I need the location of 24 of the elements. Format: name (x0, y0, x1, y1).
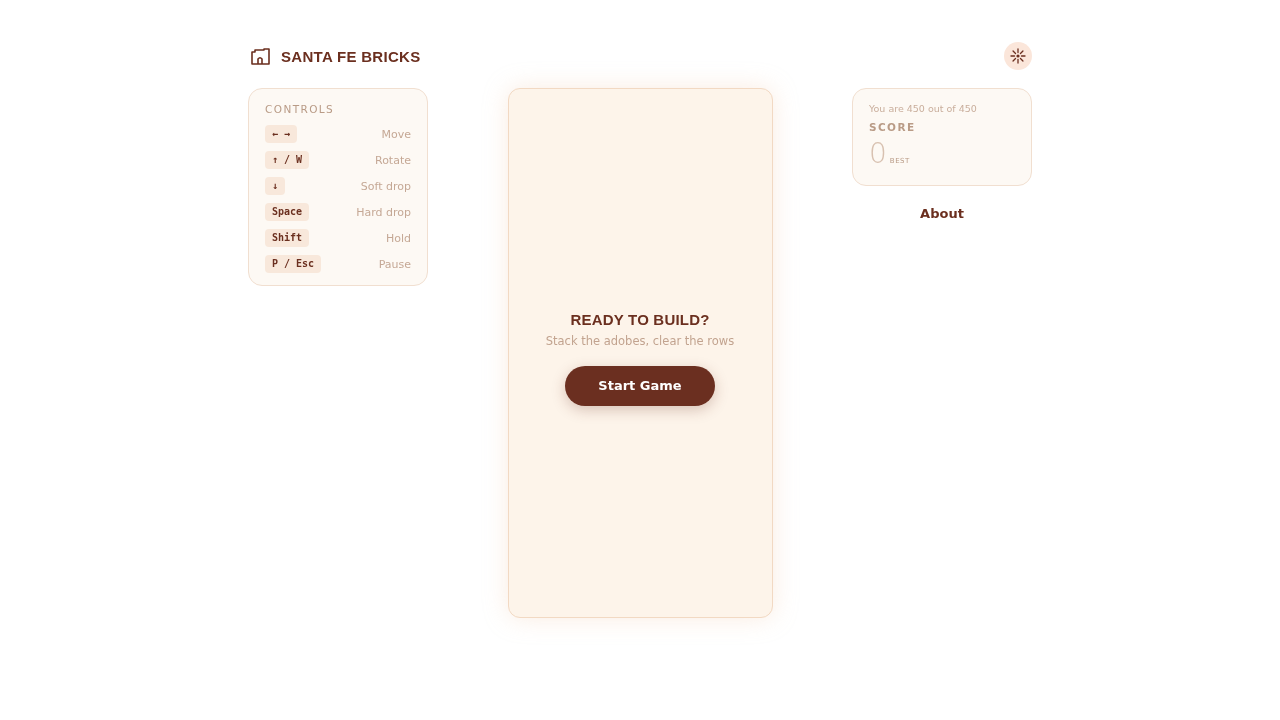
theme-toggle-button[interactable] (1004, 42, 1032, 70)
key-chip: ↑ / W (265, 151, 310, 169)
adobe-building-icon (251, 47, 270, 65)
key-chip: Space (265, 203, 310, 221)
action-label: Pause (378, 257, 411, 271)
sun-icon (1010, 48, 1026, 64)
score-value: 0 (869, 137, 887, 171)
key-chip: ← → (265, 125, 298, 143)
board-title: READY TO BUILD? (570, 310, 710, 328)
rank-text: You are 450 out of 450 (869, 103, 978, 114)
panel-title: SCORE (869, 121, 917, 133)
action-label: Hard drop (356, 205, 411, 219)
app-title: SANTA FE BRICKS (281, 47, 421, 65)
key-chip: ↓ (265, 177, 286, 195)
start-game-button[interactable]: Start Game (565, 365, 715, 406)
action-label: Hold (385, 231, 411, 245)
key-chip: Shift (265, 229, 310, 247)
about-link[interactable]: About (920, 206, 964, 221)
panel-title: CONTROLS (265, 103, 336, 115)
key-chip: P / Esc (265, 255, 322, 273)
action-label: Rotate (375, 153, 411, 167)
board-subtitle: Stack the adobes, clear the rows (545, 333, 735, 348)
action-label: Soft drop (360, 179, 411, 193)
action-label: Move (381, 127, 411, 141)
